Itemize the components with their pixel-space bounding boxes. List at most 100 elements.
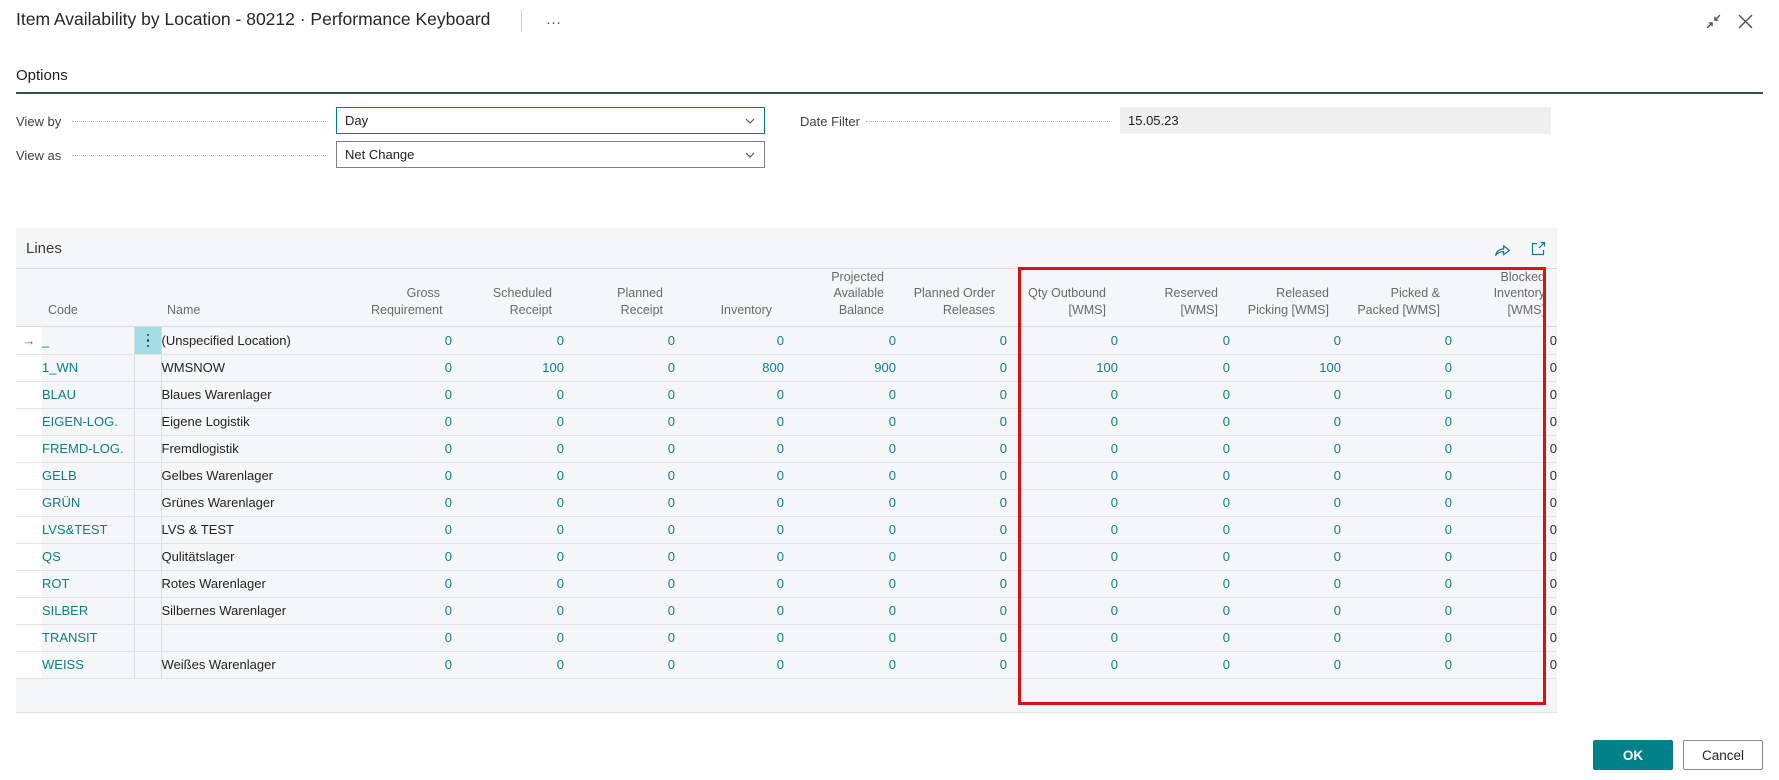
value-cell-6[interactable]: 0	[1007, 326, 1118, 354]
location-code-link[interactable]: LVS&TEST	[42, 522, 108, 537]
value-cell-5[interactable]: 0	[896, 624, 1007, 651]
value-cell-4[interactable]: 0	[784, 435, 896, 462]
value-cell-4[interactable]: 0	[784, 570, 896, 597]
value-cell-0[interactable]: 0	[359, 651, 452, 678]
value-cell-9[interactable]: 0	[1341, 462, 1452, 489]
value-cell-8[interactable]: 0	[1230, 597, 1341, 624]
value-cell-8[interactable]: 0	[1230, 651, 1341, 678]
value-cell-8[interactable]: 0	[1230, 624, 1341, 651]
value-cell-2[interactable]: 0	[564, 489, 675, 516]
value-cell-6[interactable]: 0	[1007, 570, 1118, 597]
value-cell-5[interactable]: 0	[896, 326, 1007, 354]
value-cell-7[interactable]: 0	[1118, 381, 1230, 408]
value-cell-4[interactable]: 0	[784, 489, 896, 516]
value-cell-2[interactable]: 0	[564, 435, 675, 462]
value-cell-9[interactable]: 0	[1341, 408, 1452, 435]
value-cell-2[interactable]: 0	[564, 516, 675, 543]
value-cell-1[interactable]: 0	[452, 651, 564, 678]
value-cell-1[interactable]: 0	[452, 489, 564, 516]
value-cell-7[interactable]: 0	[1118, 462, 1230, 489]
value-cell-0[interactable]: 0	[359, 435, 452, 462]
value-cell-5[interactable]: 0	[896, 354, 1007, 381]
value-cell-9[interactable]: 0	[1341, 570, 1452, 597]
value-cell-2[interactable]: 0	[564, 597, 675, 624]
ok-button[interactable]: OK	[1593, 740, 1673, 770]
location-code-link[interactable]: BLAU	[42, 387, 76, 402]
value-cell-0[interactable]: 0	[359, 624, 452, 651]
location-code-link[interactable]: FREMD-LOG.	[42, 441, 124, 456]
value-cell-3[interactable]: 0	[675, 435, 784, 462]
cancel-button[interactable]: Cancel	[1683, 740, 1763, 770]
value-cell-8[interactable]: 0	[1230, 543, 1341, 570]
value-cell-6[interactable]: 100	[1007, 354, 1118, 381]
value-cell-0[interactable]: 0	[359, 381, 452, 408]
location-code-link[interactable]: GRÜN	[42, 495, 80, 510]
value-cell-3[interactable]: 0	[675, 489, 784, 516]
value-cell-1[interactable]: 0	[452, 462, 564, 489]
value-cell-1[interactable]: 0	[452, 570, 564, 597]
value-cell-4[interactable]: 0	[784, 597, 896, 624]
value-cell-9[interactable]: 0	[1341, 597, 1452, 624]
value-cell-1[interactable]: 0	[452, 326, 564, 354]
open-in-new-window-icon[interactable]	[1527, 238, 1549, 260]
value-cell-9[interactable]: 0	[1341, 354, 1452, 381]
value-cell-4[interactable]: 0	[784, 624, 896, 651]
value-cell-8[interactable]: 0	[1230, 489, 1341, 516]
value-cell-0[interactable]: 0	[359, 516, 452, 543]
value-cell-9[interactable]: 0	[1341, 516, 1452, 543]
value-cell-3[interactable]: 0	[675, 462, 784, 489]
value-cell-0[interactable]: 0	[359, 326, 452, 354]
location-code-link[interactable]: QS	[42, 549, 61, 564]
value-cell-4[interactable]: 0	[784, 408, 896, 435]
value-cell-0[interactable]: 0	[359, 597, 452, 624]
value-cell-6[interactable]: 0	[1007, 462, 1118, 489]
value-cell-1[interactable]: 0	[452, 435, 564, 462]
value-cell-7[interactable]: 0	[1118, 651, 1230, 678]
value-cell-7[interactable]: 0	[1118, 597, 1230, 624]
value-cell-5[interactable]: 0	[896, 435, 1007, 462]
location-code-link[interactable]: GELB	[42, 468, 77, 483]
close-icon[interactable]	[1732, 8, 1758, 34]
location-code-link[interactable]: ROT	[42, 576, 69, 591]
value-cell-0[interactable]: 0	[359, 354, 452, 381]
value-cell-4[interactable]: 0	[784, 381, 896, 408]
value-cell-5[interactable]: 0	[896, 462, 1007, 489]
value-cell-6[interactable]: 0	[1007, 624, 1118, 651]
value-cell-7[interactable]: 0	[1118, 543, 1230, 570]
value-cell-2[interactable]: 0	[564, 651, 675, 678]
value-cell-8[interactable]: 0	[1230, 462, 1341, 489]
value-cell-0[interactable]: 0	[359, 489, 452, 516]
value-cell-4[interactable]: 0	[784, 651, 896, 678]
value-cell-5[interactable]: 0	[896, 489, 1007, 516]
value-cell-0[interactable]: 0	[359, 570, 452, 597]
value-cell-1[interactable]: 0	[452, 381, 564, 408]
value-cell-1[interactable]: 0	[452, 516, 564, 543]
value-cell-7[interactable]: 0	[1118, 489, 1230, 516]
value-cell-2[interactable]: 0	[564, 570, 675, 597]
value-cell-7[interactable]: 0	[1118, 408, 1230, 435]
value-cell-7[interactable]: 0	[1118, 326, 1230, 354]
value-cell-3[interactable]: 0	[675, 326, 784, 354]
value-cell-9[interactable]: 0	[1341, 326, 1452, 354]
value-cell-3[interactable]: 0	[675, 408, 784, 435]
location-code-link[interactable]: SILBER	[42, 603, 88, 618]
value-cell-1[interactable]: 0	[452, 408, 564, 435]
value-cell-6[interactable]: 0	[1007, 651, 1118, 678]
value-cell-3[interactable]: 0	[675, 381, 784, 408]
value-cell-3[interactable]: 800	[675, 354, 784, 381]
value-cell-0[interactable]: 0	[359, 462, 452, 489]
value-cell-3[interactable]: 0	[675, 543, 784, 570]
value-cell-0[interactable]: 0	[359, 543, 452, 570]
view-by-select[interactable]: Day	[336, 107, 765, 134]
value-cell-7[interactable]: 0	[1118, 354, 1230, 381]
value-cell-8[interactable]: 0	[1230, 435, 1341, 462]
value-cell-7[interactable]: 0	[1118, 516, 1230, 543]
location-code-link[interactable]: _	[42, 333, 49, 348]
value-cell-8[interactable]: 0	[1230, 326, 1341, 354]
value-cell-8[interactable]: 0	[1230, 408, 1341, 435]
value-cell-6[interactable]: 0	[1007, 597, 1118, 624]
value-cell-5[interactable]: 0	[896, 516, 1007, 543]
share-icon[interactable]	[1491, 238, 1513, 260]
value-cell-4[interactable]: 0	[784, 516, 896, 543]
value-cell-1[interactable]: 0	[452, 543, 564, 570]
